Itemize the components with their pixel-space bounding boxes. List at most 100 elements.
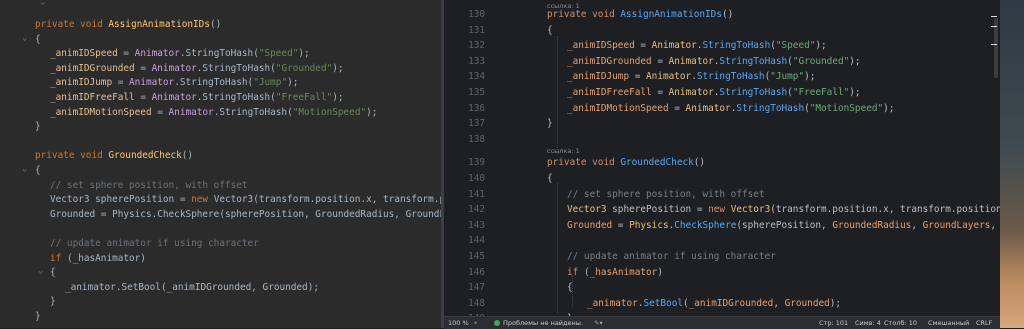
code-line[interactable]: // update animator if using character [567,251,776,262]
code-token: _animIDGrounded [567,55,652,67]
code-line[interactable]: private void GroundedCheck() [35,150,441,161]
code-token: = [629,71,647,83]
code-token: // update animator if using character [50,238,259,249]
fold-arrow-icon[interactable]: ⌄ [22,164,27,174]
code-line[interactable]: private void AssignAnimationIDs() [35,19,441,30]
code-line[interactable]: _animIDJump = Animator.StringToHash("Jum… [50,77,441,88]
code-line[interactable]: _animIDFreeFall = Animator.StringToHash(… [567,87,861,98]
code-token: Vector3(transform.position.x, transform.… [213,194,441,206]
line-indicator[interactable]: Стр: 101 [819,319,848,327]
code-token: ); [849,55,861,67]
code-token: ); [849,87,861,98]
indent-guide [557,36,558,154]
code-line[interactable]: { [35,165,441,176]
fold-arrow-icon[interactable]: ⌄ [38,266,43,276]
code-token: .StringToHash( [213,106,293,118]
vertical-scrollbar[interactable] [994,18,998,78]
column-indicator[interactable]: Столб: 10 [884,319,917,327]
code-line[interactable]: Vector3 spherePosition = new Vector3(tra… [567,204,1000,215]
code-line[interactable]: { [547,173,553,184]
code-token: = [134,62,152,74]
line-number: 148 [468,297,485,309]
code-line[interactable]: if (_hasAnimator) [50,253,441,264]
code-line[interactable]: Vector3 spherePosition = new Vector3(tra… [50,194,441,205]
code-token: = [112,77,130,89]
code-line[interactable]: private void AssignAnimationIDs() [547,9,733,20]
code-token: , Quer [990,219,997,231]
code-token: .StringToHash( [196,92,276,103]
scrollbar-marker [991,26,997,27]
code-token: Animator [646,71,692,83]
code-line[interactable]: _animator.SetBool(_animIDGrounded, Groun… [65,282,441,293]
code-line[interactable]: // set sphere position, with offset [567,189,765,200]
zoom-dropdown-icon[interactable]: ▾ [474,319,477,327]
code-token: Vector3 [730,204,771,216]
code-token: StringToHash [696,71,765,83]
code-token: () [693,157,706,169]
code-line[interactable]: { [50,267,441,278]
code-line[interactable]: private void GroundedCheck() [547,157,705,168]
code-token: ); [298,48,310,60]
code-line[interactable]: } [35,121,441,132]
code-line[interactable]: } [35,311,441,322]
status-bar: 100 % ▾ Проблемы не найдены. ✎▾ Стр: 101… [444,316,1000,329]
check-circle-icon [494,320,500,326]
code-line[interactable]: _animIDGrounded = Animator.StringToHash(… [50,63,441,74]
code-token: = [651,87,669,98]
code-token: GroundLayers [922,219,991,231]
code-line[interactable]: { [35,34,441,45]
brush-icon[interactable]: ✎▾ [594,319,603,327]
char-indicator[interactable]: Симв: 4 [855,319,881,327]
code-line[interactable]: // set sphere position, with offset [50,180,441,191]
code-token: ); [804,71,816,83]
code-token: _animator.SetBool(_animIDGrounded, Groun… [65,281,319,293]
code-token: Grounded [784,297,830,309]
code-token: _animIDFreeFall [567,87,652,98]
right-editor-pane[interactable]: 130 private void AssignAnimationIDs() 131{… [444,0,1000,328]
left-editor-pane[interactable]: private void AssignAnimationIDs() { _animI… [0,0,441,328]
fold-arrow-icon[interactable]: ⌄ [22,33,27,43]
code-token: AssignAnimationIDs [620,9,722,20]
code-token: // set sphere position, with offset [567,188,765,200]
problems-indicator[interactable]: Проблемы не найдены. [494,319,583,327]
zoom-level[interactable]: 100 % [448,319,469,327]
code-token: Physics [629,219,669,231]
code-token: ); [287,77,299,89]
code-token: SetBool [643,297,683,309]
code-line[interactable]: _animIDSpeed = Animator.StringToHash("Sp… [567,40,827,51]
fold-arrow-icon[interactable]: ⌄ [40,0,45,7]
code-token: _animIDGrounded [688,297,774,309]
line-number: 133 [468,55,485,67]
code-line[interactable]: _animator.SetBool(_animIDGrounded, Groun… [587,298,841,309]
line-ending-indicator[interactable]: CRLF [976,319,992,327]
indentation-indicator[interactable]: Смешанный [928,319,969,327]
code-line[interactable]: Grounded = Physics.CheckSphere(spherePos… [50,209,441,220]
code-line[interactable]: _animIDMotionSpeed = Animator.StringToHa… [50,107,441,118]
code-token: { [50,267,56,279]
code-line[interactable]: _animIDSpeed = Animator.StringToHash("Sp… [50,48,441,59]
code-line[interactable]: // update animator if using character [50,238,441,249]
line-number: 135 [468,87,485,98]
code-line[interactable]: if (_hasAnimator) [567,267,663,278]
line-number: 143 [468,219,485,231]
code-line[interactable]: _animIDGrounded = Animator.StringToHash(… [567,56,861,67]
code-line[interactable]: _animIDJump = Animator.StringToHash("Jum… [567,71,815,82]
code-token: () [209,19,222,30]
code-line[interactable]: } [547,118,553,129]
code-line[interactable]: } [50,296,441,307]
code-line[interactable]: _animIDFreeFall = Animator.StringToHash(… [50,92,441,103]
references-codelens[interactable]: ссылка: 1 [547,2,580,10]
problems-text: Проблемы не найдены. [503,319,583,327]
code-line[interactable]: Grounded = Physics.CheckSphere(spherePos… [567,220,1000,231]
code-token: // update animator if using character [567,251,776,262]
code-token: _animIDFreeFall [50,92,135,103]
code-token: _animIDSpeed [50,48,118,60]
code-line[interactable]: _animIDMotionSpeed = Animator.StringToHa… [567,103,894,114]
code-line[interactable]: { [547,25,553,36]
line-number: 146 [468,266,485,278]
references-codelens[interactable]: ссылка: 1 [547,147,580,155]
code-token: { [547,173,553,184]
code-token: StringToHash [702,40,771,52]
code-token: StringToHash [736,102,805,114]
code-token: } [50,296,56,308]
